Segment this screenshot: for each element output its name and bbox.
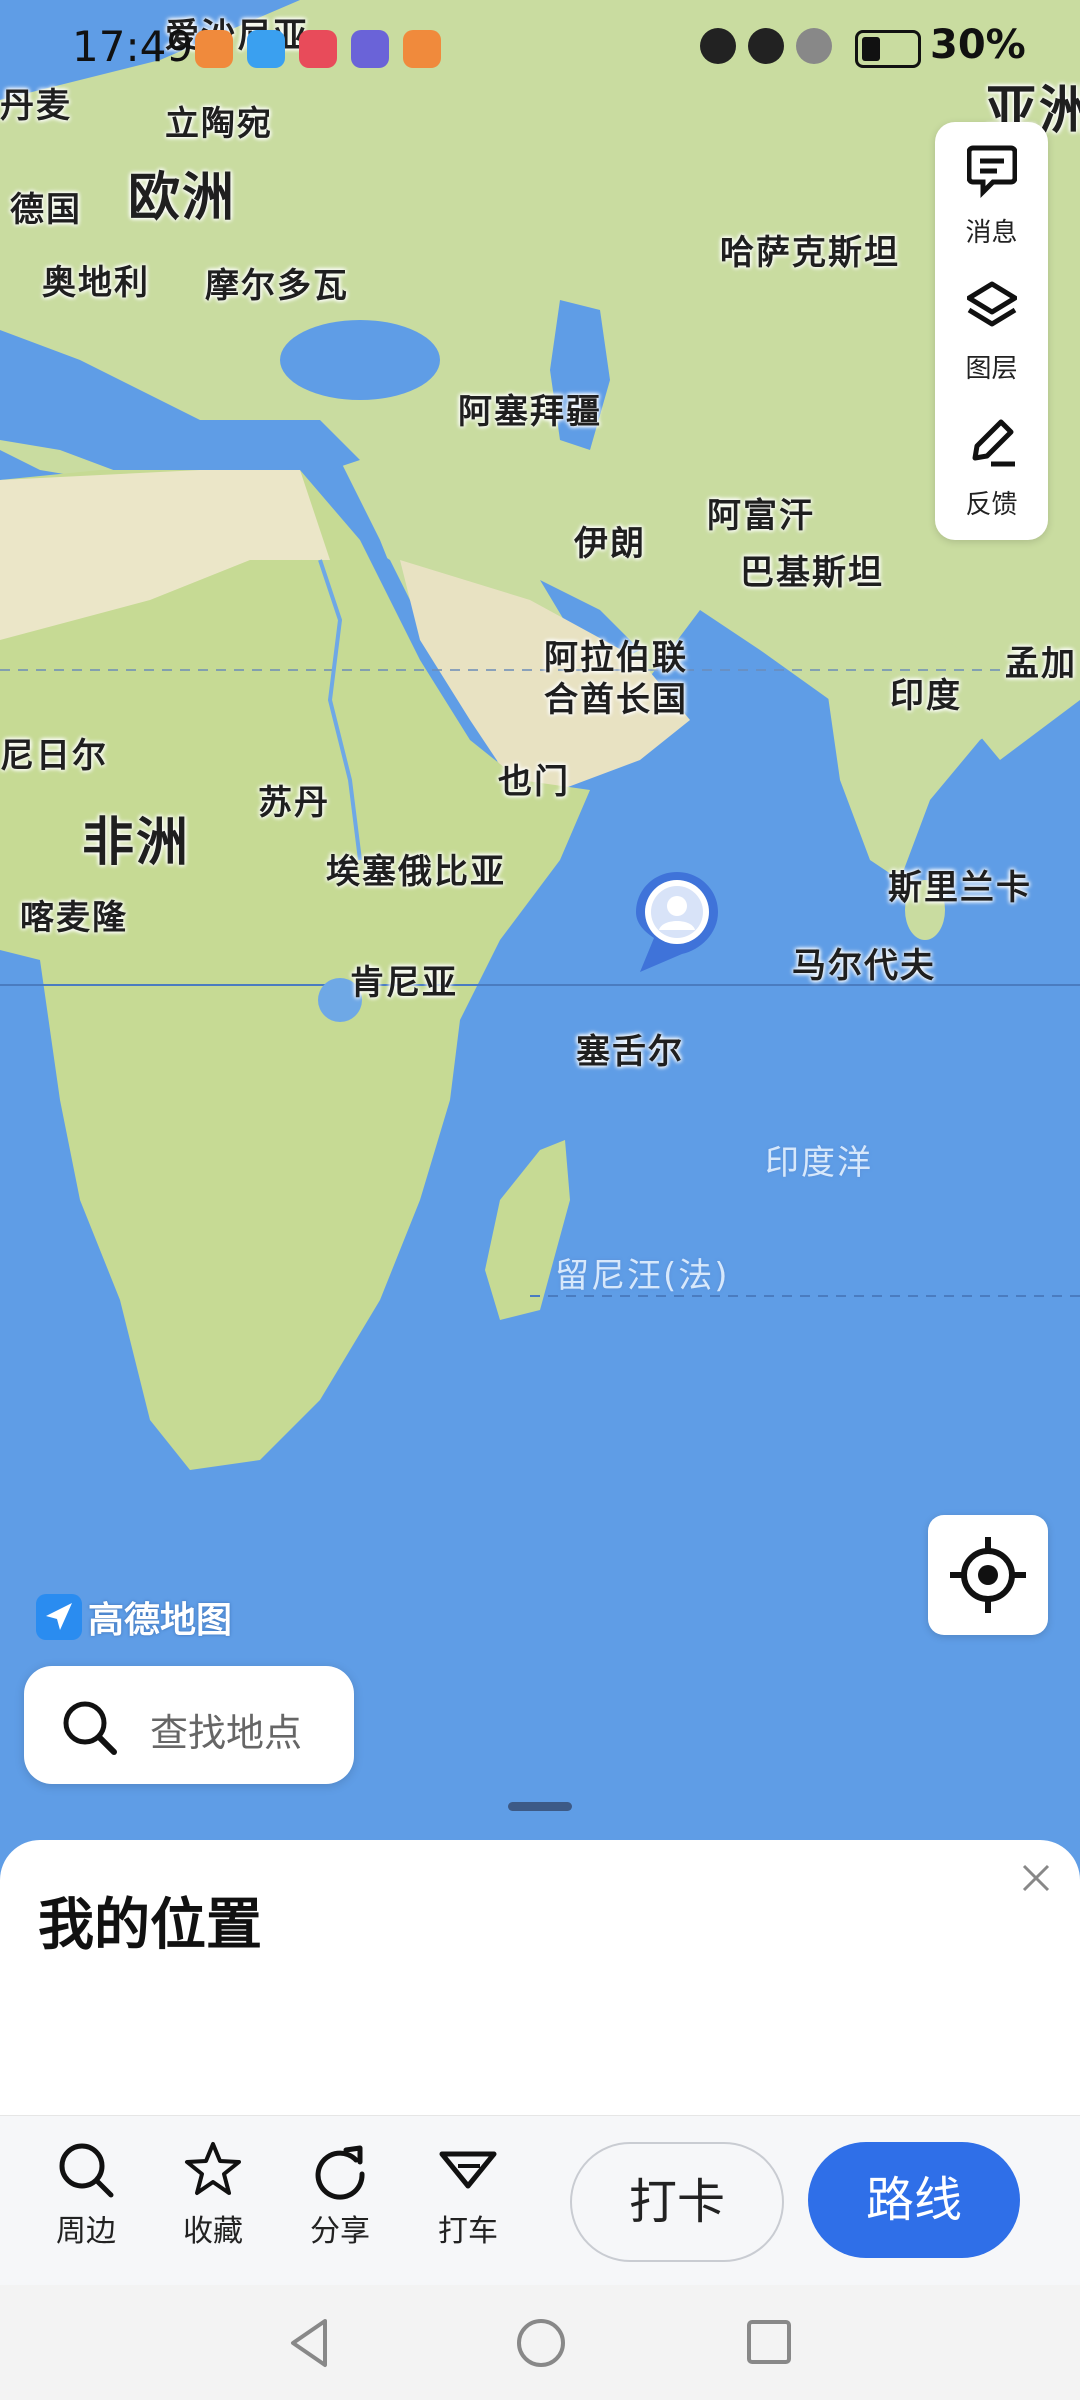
messages-label: 消息	[965, 218, 1018, 248]
share-icon	[315, 2145, 365, 2200]
message-icon	[967, 145, 1017, 199]
favorite-label: 收藏	[183, 2214, 243, 2249]
search-box[interactable]: 查找地点	[24, 1666, 354, 1784]
layers-label: 图层	[965, 354, 1018, 384]
status-system-icons	[700, 28, 832, 64]
app-notification-icon	[299, 30, 337, 68]
star-icon	[185, 2142, 241, 2195]
app-notification-icon	[247, 30, 285, 68]
map-label-azerbaijan: 阿塞拜疆	[458, 392, 602, 432]
sheet-drag-handle[interactable]	[508, 1802, 572, 1811]
map-label-seychelles: 塞舌尔	[576, 1032, 684, 1072]
share-button[interactable]: 分享	[290, 2140, 390, 2250]
status-app-icons	[195, 30, 441, 68]
map-label-sudan: 苏丹	[258, 783, 330, 823]
taxi-button[interactable]: 打车	[418, 2140, 518, 2250]
signal-icon	[796, 28, 832, 64]
crosshair-icon	[950, 1537, 1026, 1613]
map-label-uae-line2: 合酋长国	[544, 680, 688, 720]
map-label-europe: 欧洲	[128, 168, 237, 228]
location-sheet: 我的位置	[0, 1840, 1080, 2115]
edit-icon	[972, 419, 1015, 467]
map-label-niger: 尼日尔	[0, 736, 108, 776]
sea-black	[280, 320, 440, 400]
route-button[interactable]: 路线	[808, 2142, 1020, 2258]
feedback-label: 反馈	[965, 490, 1018, 520]
music-icon	[351, 30, 389, 68]
map-label-india: 印度	[890, 676, 962, 716]
nearby-label: 周边	[56, 2214, 116, 2249]
battery-icon	[855, 30, 921, 68]
map-label-moldova: 摩尔多瓦	[205, 266, 349, 306]
user-location-marker[interactable]	[632, 868, 722, 978]
status-bar: 17:49 30%	[0, 0, 1080, 100]
map-label-germany: 德国	[10, 190, 82, 230]
map-label-lithuania: 立陶宛	[165, 104, 273, 144]
map-label-pakistan: 巴基斯坦	[740, 553, 884, 593]
map-label-ethiopia: 埃塞俄比亚	[326, 852, 506, 892]
action-bar: 周边 收藏 分享 打车 打卡 路线	[0, 2115, 1080, 2286]
share-label: 分享	[310, 2214, 370, 2249]
alarm-icon	[700, 28, 736, 64]
sheet-title: 我的位置	[38, 1893, 262, 1958]
map-label-maldives: 马尔代夫	[792, 946, 936, 986]
locate-me-button[interactable]	[928, 1515, 1048, 1635]
search-placeholder: 查找地点	[150, 1711, 303, 1755]
video-icon	[403, 30, 441, 68]
battery-percent: 30%	[930, 22, 1026, 68]
taxi-label: 打车	[438, 2214, 498, 2249]
map-label-kenya: 肯尼亚	[350, 963, 458, 1003]
recents-icon[interactable]	[744, 2315, 794, 2371]
home-icon[interactable]	[514, 2315, 568, 2371]
map-tools-panel: 消息 图层 反馈	[935, 122, 1048, 540]
taxi-icon	[439, 2151, 497, 2189]
close-icon[interactable]	[1018, 1860, 1054, 1896]
map-label-afghanistan: 阿富汗	[707, 496, 815, 536]
nearby-button[interactable]: 周边	[36, 2140, 136, 2250]
search-icon	[59, 2143, 114, 2198]
map-label-austria: 奥地利	[42, 263, 150, 303]
feedback-button[interactable]: 反馈	[935, 394, 1048, 524]
app-notification-icon	[195, 30, 233, 68]
back-icon[interactable]	[285, 2315, 333, 2371]
map-label-indian-ocean: 印度洋	[765, 1143, 873, 1183]
amap-brand: 高德地图	[36, 1592, 232, 1642]
map-label-bangladesh: 孟加	[1005, 644, 1077, 684]
amap-logo-icon	[36, 1594, 82, 1640]
map-canvas	[0, 0, 1080, 1470]
map-label-kazakhstan: 哈萨克斯坦	[720, 233, 900, 273]
map-label-cameroon: 喀麦隆	[20, 898, 128, 938]
layers-button[interactable]: 图层	[935, 258, 1048, 388]
system-nav-bar	[0, 2285, 1080, 2400]
map-label-reunion: 留尼汪(法)	[555, 1256, 730, 1296]
map-view[interactable]: 爱沙尼亚 丹麦 立陶宛 欧洲 德国 奥地利 摩尔多瓦 亚洲 哈萨克斯坦 阿塞拜疆…	[0, 0, 1080, 1840]
search-icon	[63, 1701, 117, 1755]
checkin-button[interactable]: 打卡	[570, 2142, 784, 2262]
map-label-africa: 非洲	[82, 813, 191, 873]
messages-button[interactable]: 消息	[935, 122, 1048, 252]
map-label-iran: 伊朗	[574, 524, 646, 564]
status-time: 17:49	[72, 22, 194, 71]
layers-icon	[967, 281, 1017, 327]
amap-brand-text: 高德地图	[88, 1600, 233, 1641]
map-label-yemen: 也门	[498, 762, 570, 802]
favorite-button[interactable]: 收藏	[163, 2140, 263, 2250]
location-icon	[748, 28, 784, 64]
map-label-sri-lanka: 斯里兰卡	[888, 868, 1032, 908]
